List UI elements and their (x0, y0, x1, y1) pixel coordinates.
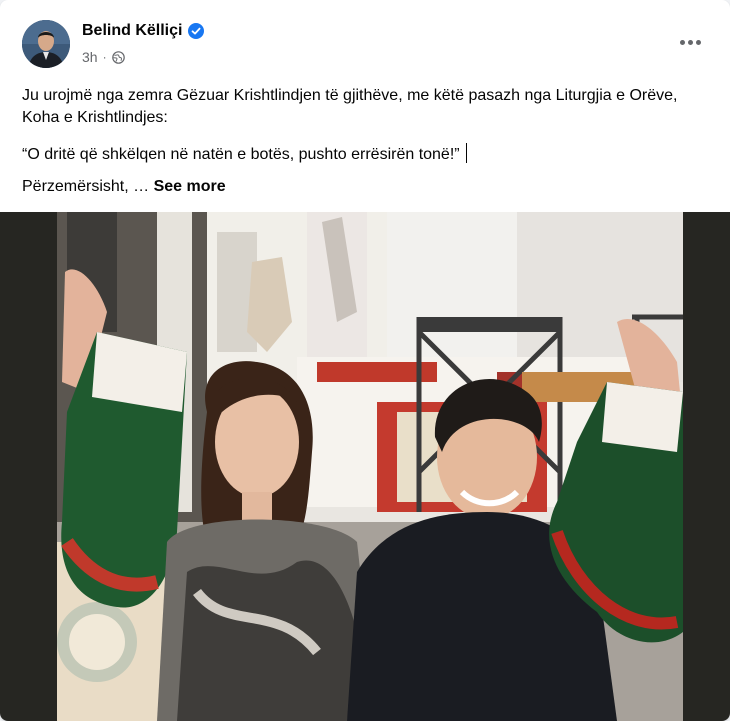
avatar[interactable] (22, 20, 70, 68)
see-more-link[interactable]: See more (154, 178, 226, 195)
post-photo-container[interactable] (0, 212, 730, 721)
globe-icon[interactable] (111, 50, 125, 64)
author-name[interactable]: Belind Këlliçi (82, 22, 182, 40)
more-options-icon (679, 39, 685, 45)
photo-illustration (57, 212, 683, 721)
post-card: Belind Këlliçi 3h · Ju urojmë nga zemra … (0, 0, 730, 721)
post-meta: 3h · (82, 49, 125, 65)
post-text-intro: Ju urojmë nga zemra Gëzuar Krishtlindjen… (22, 87, 678, 126)
author-row: Belind Këlliçi (82, 22, 205, 40)
post-photo[interactable] (57, 212, 683, 721)
post-text-closing: Përzemërsisht, … See more (22, 176, 708, 198)
closing-text: Përzemërsisht, … (22, 178, 150, 195)
more-options-button[interactable] (672, 28, 708, 56)
post-quote-text: “O dritë që shkëlqen në natën e botës, p… (22, 146, 460, 163)
verified-badge-icon (188, 23, 205, 39)
timestamp[interactable]: 3h (82, 49, 98, 65)
post-quote: “O dritë që shkëlqen në natën e botës, p… (22, 143, 708, 166)
text-caret (465, 143, 467, 163)
separator-dot: · (102, 50, 107, 64)
avatar-image (22, 20, 70, 68)
